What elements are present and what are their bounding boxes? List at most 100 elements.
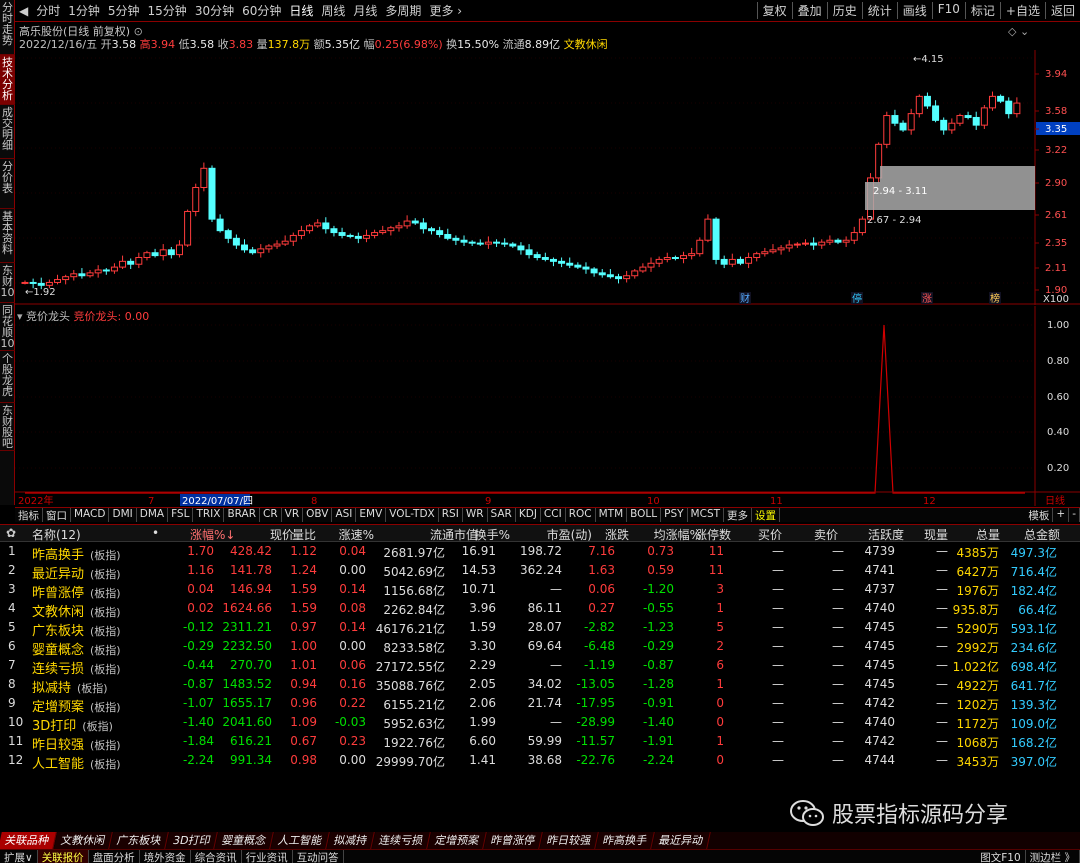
status-tab-3[interactable]: 境外资金 bbox=[140, 850, 191, 863]
indicator-tab-1[interactable]: 窗口 bbox=[43, 508, 71, 522]
left-tab-2[interactable]: 成交明细 bbox=[0, 105, 15, 159]
indicator-tab-17[interactable]: KDJ bbox=[516, 508, 541, 522]
left-tab-7[interactable]: 个股龙虎 bbox=[0, 351, 15, 403]
left-tab-3[interactable]: 分价表 bbox=[0, 159, 15, 209]
column-header-5[interactable]: 涨速% bbox=[338, 526, 374, 543]
indicator-tab-11[interactable]: ASI bbox=[332, 508, 357, 522]
indicator-tab-3[interactable]: DMI bbox=[109, 508, 137, 522]
indicator-tab-21[interactable]: BOLL bbox=[627, 508, 662, 522]
table-row[interactable]: 8 拟减持 (板指) -0.87 1483.52 0.94 0.16 35088.76亿 2.0… bbox=[0, 676, 1080, 696]
period-tab-0[interactable]: 分时 bbox=[32, 2, 64, 19]
candlestick-chart[interactable]: 2.94 - 3.11 2.67 - 2.94 ←4.15 ←1.92 财 停 涨 榜 3.94… bbox=[15, 50, 1080, 305]
related-tab-4[interactable]: 婴童概念 bbox=[215, 832, 275, 849]
related-tab-6[interactable]: 拟减持 bbox=[327, 832, 376, 849]
status-right-1[interactable]: 测边栏 》 bbox=[1026, 850, 1080, 863]
related-tab-3[interactable]: 3D打印 bbox=[166, 832, 219, 849]
indicator-tab-10[interactable]: OBV bbox=[303, 508, 333, 522]
indicator-right-btn-0[interactable]: 模板 bbox=[1025, 508, 1054, 522]
table-row[interactable]: 10 3D打印 (板指) -1.40 2041.60 1.09 -0.03 5952.63亿 1… bbox=[0, 714, 1080, 734]
indicator-tab-7[interactable]: BRAR bbox=[224, 508, 260, 522]
left-tab-5[interactable]: 东财10 bbox=[0, 263, 15, 303]
table-settings-icon[interactable]: ✿ bbox=[6, 526, 16, 540]
toolbar-button-5[interactable]: F10 bbox=[931, 2, 965, 19]
column-header-17[interactable]: 总金额 bbox=[1020, 526, 1060, 543]
column-header-12[interactable]: 买价 bbox=[752, 526, 782, 543]
indicator-right-btn-1[interactable]: + bbox=[1053, 508, 1070, 522]
toolbar-button-3[interactable]: 统计 bbox=[861, 2, 897, 19]
toolbar-button-8[interactable]: 返回 bbox=[1044, 2, 1080, 19]
status-tab-6[interactable]: 互动问答 bbox=[293, 850, 344, 863]
indicator-tab-18[interactable]: CCI bbox=[541, 508, 566, 522]
table-row[interactable]: 11 昨日较强 (板指) -1.84 616.21 0.67 0.23 1922.76亿 6.6… bbox=[0, 733, 1080, 753]
related-tab-10[interactable]: 昨日较强 bbox=[540, 832, 600, 849]
column-header-14[interactable]: 活跃度 bbox=[866, 526, 904, 543]
period-tab-2[interactable]: 5分钟 bbox=[104, 2, 144, 19]
toolbar-button-2[interactable]: 历史 bbox=[826, 2, 862, 19]
status-tab-2[interactable]: 盘面分析 bbox=[89, 850, 140, 863]
column-header-3[interactable]: 现价 bbox=[244, 526, 294, 543]
column-header-2[interactable]: 涨幅%↓ bbox=[190, 526, 235, 543]
column-header-8[interactable]: 市盈(动) bbox=[532, 526, 592, 543]
table-row[interactable]: 2 最近异动 (板指) 1.16 141.78 1.24 0.00 5042.69亿 14.53… bbox=[0, 562, 1080, 582]
period-tab-4[interactable]: 30分钟 bbox=[191, 2, 238, 19]
indicator-tab-13[interactable]: VOL-TDX bbox=[386, 508, 439, 522]
left-tab-1[interactable]: 技术分析 bbox=[0, 55, 15, 105]
toolbar-button-4[interactable]: 画线 bbox=[896, 2, 932, 19]
table-row[interactable]: 4 文教休闲 (板指) 0.02 1624.66 1.59 0.08 2262.84亿 3.96… bbox=[0, 600, 1080, 620]
period-tab-6[interactable]: 日线 bbox=[285, 2, 317, 19]
indicator-tab-20[interactable]: MTM bbox=[596, 508, 628, 522]
column-header-11[interactable]: 涨停数 bbox=[693, 526, 731, 543]
left-tab-6[interactable]: 同花顺10 bbox=[0, 303, 15, 351]
table-row[interactable]: 3 昨曾涨停 (板指) 0.04 146.94 1.59 0.14 1156.68亿 10.71… bbox=[0, 581, 1080, 601]
column-header-15[interactable]: 现量 bbox=[918, 526, 948, 543]
indicator-chart[interactable]: 1.00 0.80 0.60 0.40 0.20 2022年 7 2022/07/07/四 8 9… bbox=[15, 306, 1080, 506]
indicator-tab-25[interactable]: 设置 bbox=[752, 508, 781, 522]
period-tab-5[interactable]: 60分钟 bbox=[238, 2, 285, 19]
status-right-0[interactable]: 图文F10 bbox=[976, 850, 1026, 863]
status-tab-0[interactable]: 扩展∨ bbox=[0, 850, 38, 863]
related-tab-5[interactable]: 人工智能 bbox=[271, 832, 331, 849]
related-tab-0[interactable]: 关联品种 bbox=[0, 832, 57, 849]
indicator-tab-4[interactable]: DMA bbox=[137, 508, 169, 522]
indicator-tab-0[interactable]: 指标 bbox=[15, 508, 43, 522]
column-header-1[interactable]: • bbox=[152, 526, 162, 540]
indicator-tab-23[interactable]: MCST bbox=[688, 508, 725, 522]
column-header-6[interactable]: 流通市值 bbox=[418, 526, 478, 543]
period-tab-8[interactable]: 月线 bbox=[349, 2, 381, 19]
toolbar-button-0[interactable]: 复权 bbox=[756, 2, 792, 19]
related-tab-11[interactable]: 昨高换手 bbox=[596, 832, 656, 849]
table-row[interactable]: 7 连续亏损 (板指) -0.44 270.70 1.01 0.06 27172.55亿 2.2… bbox=[0, 657, 1080, 677]
period-tab-1[interactable]: 1分钟 bbox=[64, 2, 104, 19]
menu-arrow-icon[interactable]: ◀ bbox=[15, 4, 32, 18]
related-tab-8[interactable]: 定增预案 bbox=[428, 832, 488, 849]
indicator-tab-6[interactable]: TRIX bbox=[193, 508, 225, 522]
period-tab-10[interactable]: 更多 › bbox=[425, 2, 466, 19]
left-tab-0[interactable]: 分时走势 bbox=[0, 0, 15, 55]
indicator-tab-24[interactable]: 更多 bbox=[724, 508, 753, 522]
related-tab-12[interactable]: 最近异动 bbox=[652, 832, 712, 849]
column-header-9[interactable]: 涨跌 bbox=[585, 526, 629, 543]
indicator-tab-22[interactable]: PSY bbox=[661, 508, 688, 522]
status-tab-4[interactable]: 综合资讯 bbox=[191, 850, 242, 863]
indicator-tab-9[interactable]: VR bbox=[282, 508, 304, 522]
indicator-tab-15[interactable]: WR bbox=[463, 508, 488, 522]
chart-settings-icon[interactable]: ◇ ⌄ bbox=[1008, 25, 1029, 38]
indicator-right-btn-2[interactable]: - bbox=[1069, 508, 1080, 522]
indicator-tab-8[interactable]: CR bbox=[260, 508, 282, 522]
table-row[interactable]: 9 定增预案 (板指) -1.07 1655.17 0.96 0.22 6155.21亿 2.0… bbox=[0, 695, 1080, 715]
indicator-tab-16[interactable]: SAR bbox=[488, 508, 516, 522]
column-header-4[interactable]: 量比 bbox=[290, 526, 316, 543]
table-row[interactable]: 6 婴童概念 (板指) -0.29 2232.50 1.00 0.00 8233.58亿 3.3… bbox=[0, 638, 1080, 658]
table-row[interactable]: 1 昨高换手 (板指) 1.70 428.42 1.12 0.04 2681.97亿 16.91… bbox=[0, 543, 1080, 563]
status-tab-1[interactable]: 关联报价 bbox=[37, 850, 89, 863]
period-tab-3[interactable]: 15分钟 bbox=[144, 2, 191, 19]
related-tab-7[interactable]: 连续亏损 bbox=[372, 832, 432, 849]
indicator-tab-14[interactable]: RSI bbox=[439, 508, 463, 522]
period-tab-9[interactable]: 多周期 bbox=[381, 2, 425, 19]
column-header-7[interactable]: 换手% bbox=[470, 526, 510, 543]
indicator-tab-12[interactable]: EMV bbox=[356, 508, 387, 522]
column-header-0[interactable]: 名称(12) bbox=[32, 526, 102, 543]
column-header-16[interactable]: 总量 bbox=[968, 526, 1000, 543]
indicator-tab-19[interactable]: ROC bbox=[566, 508, 596, 522]
related-tab-2[interactable]: 广东板块 bbox=[110, 832, 169, 849]
